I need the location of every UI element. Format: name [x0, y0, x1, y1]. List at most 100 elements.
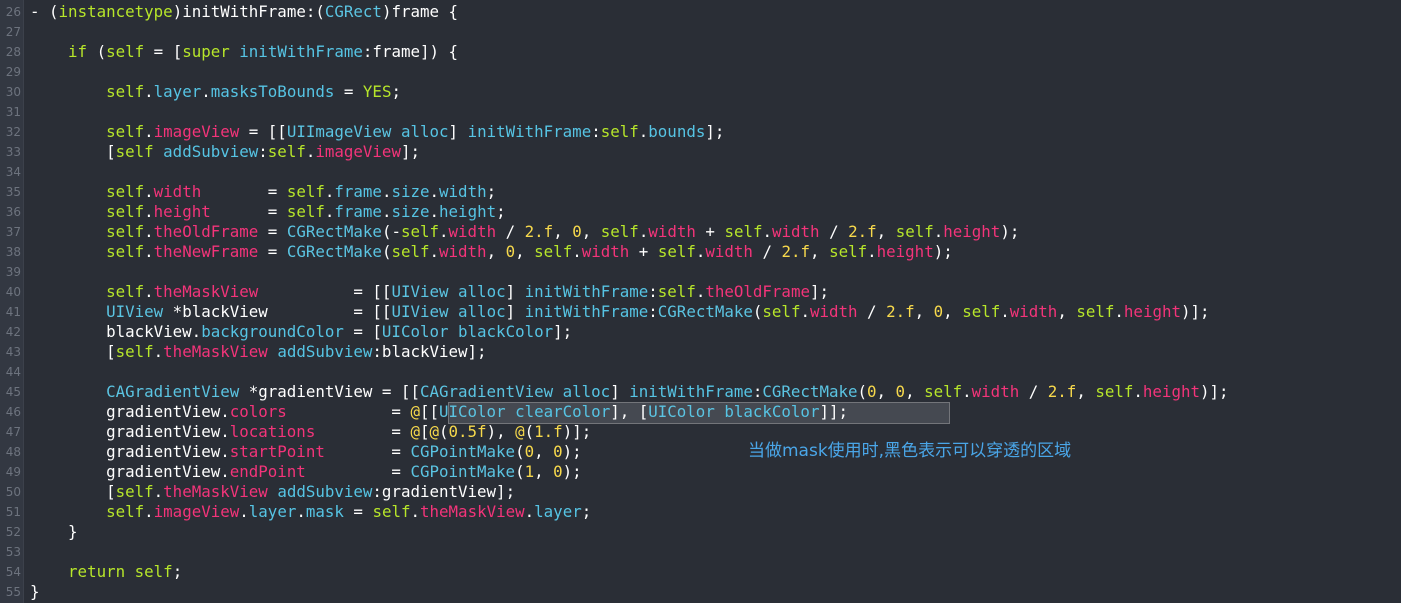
code-line[interactable]: 50 [self.theMaskView addSubview:gradient… — [0, 482, 1401, 502]
code-token: 0 — [933, 302, 944, 321]
code-token: @ — [429, 422, 439, 441]
code-line[interactable]: 41 UIView *blackView = [[UIView alloc] i… — [0, 302, 1401, 322]
code-token: CGPointMake — [410, 442, 516, 461]
code-token: addSubview — [163, 142, 259, 161]
code-line[interactable]: 26 - (instancetype)initWithFrame:(CGRect)… — [0, 2, 1401, 22]
code-token: [ — [30, 342, 116, 361]
code-line[interactable]: 44 — [0, 362, 1401, 382]
code-text: self.theMaskView = [[UIView alloc] initW… — [30, 282, 829, 302]
code-token: blackColor — [458, 322, 554, 341]
code-line[interactable]: 34 — [0, 162, 1401, 182]
code-token: / — [819, 222, 849, 241]
code-token: . — [572, 242, 582, 261]
code-line[interactable]: 37 self.theOldFrame = CGRectMake(-self.w… — [0, 222, 1401, 242]
code-line[interactable]: 43 [self.theMaskView addSubview:blackVie… — [0, 342, 1401, 362]
code-token: ( — [515, 442, 525, 461]
code-token: . — [524, 502, 535, 521]
code-line[interactable]: 30 self.layer.masksToBounds = YES; — [0, 82, 1401, 102]
code-line[interactable]: 47 gradientView.locations = @[@(0.5f), @… — [0, 422, 1401, 442]
code-token: ], [ — [610, 402, 649, 421]
code-token: . — [410, 502, 421, 521]
code-token: 1.f — [534, 422, 563, 441]
code-line[interactable]: 46 gradientView.colors = @[[UIColor clea… — [0, 402, 1401, 422]
code-token: @ — [410, 422, 420, 441]
code-line[interactable]: 32 self.imageView = [[UIImageView alloc]… — [0, 122, 1401, 142]
code-token: self — [391, 242, 430, 261]
code-token: = [[ — [258, 282, 392, 301]
code-token: initWithFrame — [524, 302, 649, 321]
code-token: [ — [30, 482, 116, 501]
code-line[interactable]: 45 CAGradientView *gradientView = [[CAGr… — [0, 382, 1401, 402]
code-token: , — [876, 222, 896, 241]
line-number: 27 — [5, 25, 21, 39]
code-token: UIView — [106, 302, 164, 321]
code-token: ); — [933, 242, 953, 261]
code-token: self — [895, 222, 934, 241]
code-token: height — [1142, 382, 1200, 401]
code-token: = [ — [343, 322, 382, 341]
code-line[interactable]: 54 return self; — [0, 562, 1401, 582]
code-line[interactable]: 49 gradientView.endPoint = CGPointMake(1… — [0, 462, 1401, 482]
code-token: self — [267, 142, 306, 161]
code-token: @ — [515, 422, 525, 441]
code-token: layer — [248, 502, 297, 521]
code-token: = — [258, 222, 287, 241]
code-line[interactable]: 38 self.theNewFrame = CGRectMake(self.wi… — [0, 242, 1401, 262]
code-token: . — [429, 242, 440, 261]
code-token: , — [810, 242, 830, 261]
code-token: ]; — [553, 322, 573, 341]
code-line[interactable]: 27 — [0, 22, 1401, 42]
code-token: width — [705, 242, 753, 261]
code-line[interactable]: 40 self.theMaskView = [[UIView alloc] in… — [0, 282, 1401, 302]
code-token: initWithFrame — [629, 382, 753, 401]
code-token: : — [752, 382, 763, 401]
code-token: . — [144, 282, 154, 301]
code-line[interactable]: 48 gradientView.startPoint = CGPointMake… — [0, 442, 1401, 462]
code-token: initWithFrame — [524, 282, 649, 301]
code-token: UIColor — [381, 322, 449, 341]
code-line[interactable]: 55} — [0, 582, 1401, 602]
code-line[interactable]: 39 — [0, 262, 1401, 282]
code-token: . — [695, 242, 706, 261]
code-token: self — [762, 302, 801, 321]
code-token: ); — [562, 462, 582, 481]
code-token: UIColor — [439, 402, 506, 421]
code-token: . — [144, 242, 154, 261]
line-number: 33 — [5, 145, 21, 159]
code-token: ; — [486, 182, 497, 201]
line-number: 35 — [5, 185, 21, 199]
code-token: gradientView. — [30, 402, 230, 421]
code-token: . — [1000, 302, 1010, 321]
code-editor[interactable]: 26 - (instancetype)initWithFrame:(CGRect)… — [0, 2, 1401, 602]
code-line[interactable]: 29 — [0, 62, 1401, 82]
code-line[interactable]: 51 self.imageView.layer.mask = self.theM… — [0, 502, 1401, 522]
code-token: width — [809, 302, 858, 321]
code-token: = — [258, 242, 287, 261]
line-number: 53 — [5, 545, 21, 559]
code-token: : — [591, 122, 601, 141]
code-token: self — [106, 242, 145, 261]
code-token: = — [201, 182, 287, 201]
code-token: height — [1123, 302, 1181, 321]
code-token: width — [439, 182, 487, 201]
code-line[interactable]: 36 self.height = self.frame.size.height; — [0, 202, 1401, 222]
code-token: bounds — [648, 122, 706, 141]
code-text: self.theOldFrame = CGRectMake(-self.widt… — [30, 222, 1019, 242]
code-line[interactable]: 42 blackView.backgroundColor = [UIColor … — [0, 322, 1401, 342]
code-line[interactable]: 35 self.width = self.frame.size.width; — [0, 182, 1401, 202]
code-line[interactable]: 52 } — [0, 522, 1401, 542]
code-line[interactable]: 28 if (self = [super initWithFrame:frame… — [0, 42, 1401, 62]
code-token: masksToBounds — [210, 82, 335, 101]
code-text: self.height = self.frame.size.height; — [30, 202, 506, 222]
code-line[interactable]: 33 [self addSubview:self.imageView]; — [0, 142, 1401, 162]
code-token: . — [144, 82, 154, 101]
code-token: . — [296, 502, 306, 521]
code-token: )frame { — [381, 2, 459, 21]
code-line[interactable]: 31 — [0, 102, 1401, 122]
code-line[interactable]: 53 — [0, 542, 1401, 562]
code-token: CGPointMake — [410, 462, 516, 481]
